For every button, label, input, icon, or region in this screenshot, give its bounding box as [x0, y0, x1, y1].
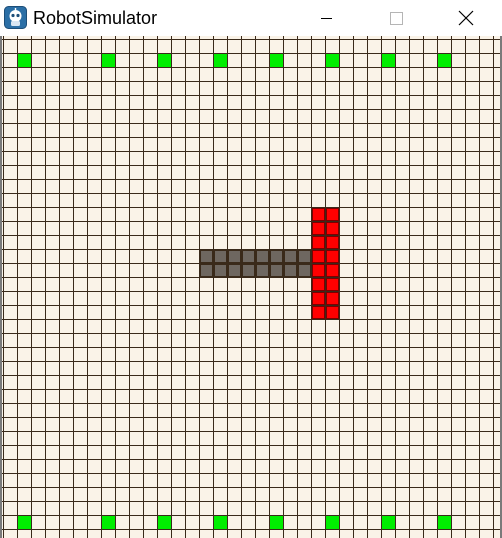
robot-body-cell	[214, 250, 227, 263]
robot-head-cell	[326, 306, 339, 319]
green-marker-cell	[438, 54, 451, 67]
robot-head-cell	[312, 306, 325, 319]
green-marker-cell	[326, 54, 339, 67]
title-bar[interactable]: RobotSimulator	[0, 0, 502, 36]
window-title: RobotSimulator	[33, 8, 158, 28]
green-marker-cell	[438, 516, 451, 529]
robot-body-cell	[200, 250, 213, 263]
robot-body-cell	[284, 264, 297, 277]
robot-body-cell	[200, 264, 213, 277]
robot-body-cell	[256, 250, 269, 263]
green-marker-cell	[270, 54, 283, 67]
robot-body-cell	[298, 250, 311, 263]
robot-head-cell	[312, 292, 325, 305]
robot-head-cell	[312, 222, 325, 235]
green-marker-cell	[326, 516, 339, 529]
close-button[interactable]	[442, 0, 488, 36]
robot-head-cell	[326, 278, 339, 291]
robot-body-cell	[256, 264, 269, 277]
robot-head-cell	[312, 236, 325, 249]
green-marker-cell	[102, 54, 115, 67]
robot-body-cell	[242, 250, 255, 263]
maximize-button[interactable]	[372, 0, 418, 36]
robot-head-cell	[326, 208, 339, 221]
maximize-icon	[390, 12, 403, 25]
robot-head-cell	[312, 250, 325, 263]
robot-head-cell	[312, 278, 325, 291]
robot-head-cell	[326, 236, 339, 249]
robot-body-cell	[214, 264, 227, 277]
robot-body-cell	[284, 250, 297, 263]
robot-head-cell	[312, 208, 325, 221]
robot-app-icon	[4, 6, 27, 29]
green-marker-cell	[102, 516, 115, 529]
robot-head-cell	[326, 250, 339, 263]
minimize-icon	[321, 18, 332, 19]
simulation-grid[interactable]	[0, 36, 502, 538]
robot-body-cell	[242, 264, 255, 277]
minimize-button[interactable]	[302, 0, 348, 36]
green-marker-cell	[382, 516, 395, 529]
green-marker-cell	[158, 516, 171, 529]
robot-body-cell	[270, 264, 283, 277]
close-icon	[458, 10, 474, 26]
green-marker-cell	[214, 516, 227, 529]
robot-body-cell	[270, 250, 283, 263]
robot-head-cell	[326, 264, 339, 277]
robot-head-cell	[326, 222, 339, 235]
green-marker-cell	[270, 516, 283, 529]
robot-body-cell	[228, 264, 241, 277]
green-marker-cell	[158, 54, 171, 67]
window-border-left	[0, 36, 2, 538]
green-marker-cell	[18, 54, 31, 67]
robot-head-cell	[326, 292, 339, 305]
robot-body-cell	[228, 250, 241, 263]
green-marker-cell	[214, 54, 227, 67]
robot-body-cell	[298, 264, 311, 277]
green-marker-cell	[382, 54, 395, 67]
green-marker-cell	[18, 516, 31, 529]
robot-head-cell	[312, 264, 325, 277]
